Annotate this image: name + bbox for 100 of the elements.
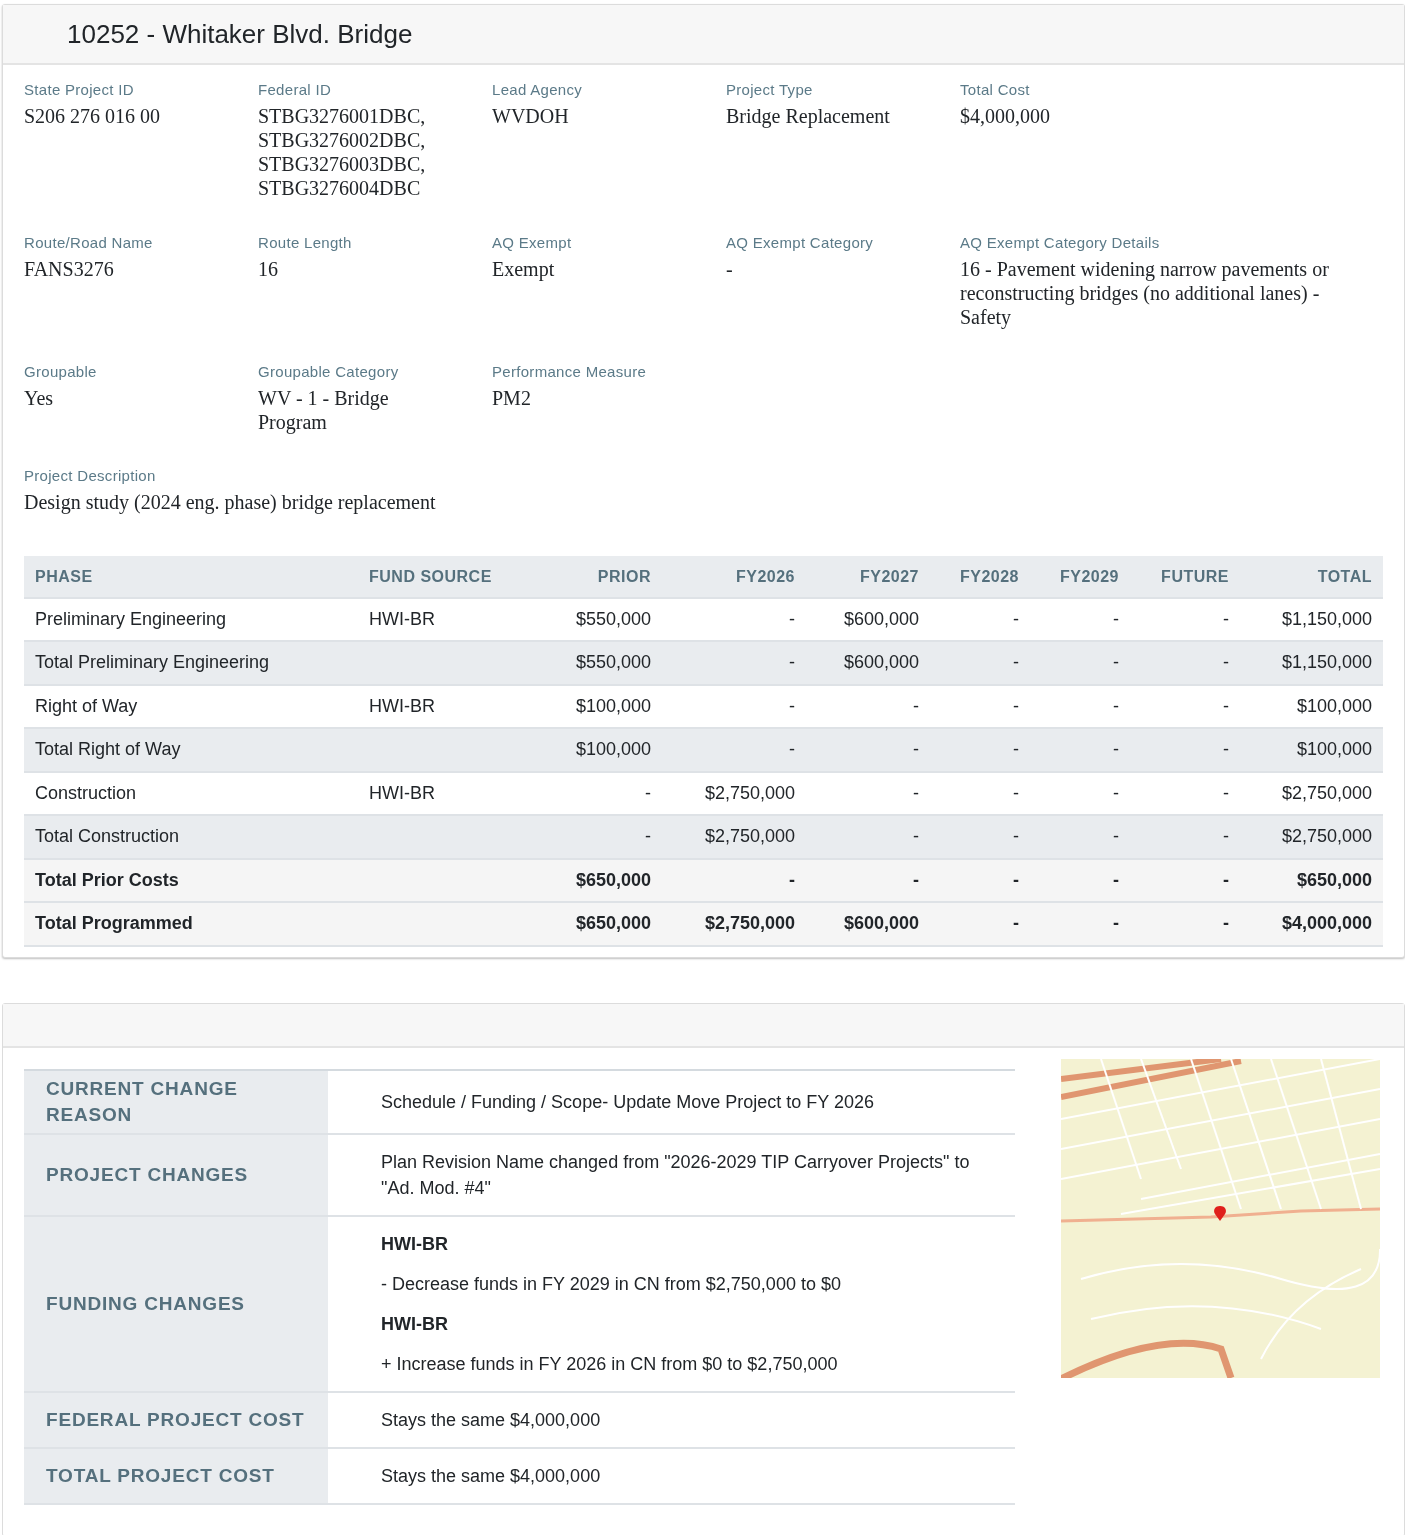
field-label: Lead Agency bbox=[492, 80, 584, 100]
table-cell: - bbox=[913, 695, 919, 716]
field-value: PM2 bbox=[492, 385, 532, 410]
change-text: Schedule / Funding / Scope- Update Move Project to FY 2026 bbox=[381, 1090, 875, 1114]
table-cell: - bbox=[1223, 782, 1229, 803]
field-value: WV - 1 - Bridge Program bbox=[258, 385, 390, 434]
field-value: S206 276 016 00 bbox=[24, 103, 162, 128]
column-header: FY2026 bbox=[735, 567, 795, 585]
table-cell: - bbox=[1113, 782, 1119, 803]
table-cell: - bbox=[1013, 695, 1019, 716]
table-cell: $1,150,000 bbox=[1281, 652, 1372, 673]
table-cell: - bbox=[1113, 608, 1119, 629]
field-value: Bridge Replacement bbox=[726, 103, 891, 128]
field-label: Groupable Category bbox=[258, 362, 400, 382]
field-label: Groupable bbox=[24, 362, 98, 382]
change-label: TOTAL PROJECT COST bbox=[46, 1464, 275, 1486]
table-cell: $650,000 bbox=[575, 869, 651, 890]
column-header: FUTURE bbox=[1161, 567, 1229, 585]
field-value: STBG3276001DBC, STBG3276002DBC, STBG3276003DBC, STBG3276004DBC bbox=[258, 103, 427, 200]
field-label: Route Length bbox=[258, 233, 353, 253]
change-text: Plan Revision Name changed from "2026-2029 TIP Carryover Projects" to "Ad. Mod. #4" bbox=[381, 1150, 971, 1200]
fund-source-heading: HWI-BR bbox=[381, 1232, 449, 1256]
table-cell: - bbox=[1013, 652, 1019, 673]
field-value: Yes bbox=[24, 385, 55, 410]
table-cell: $2,750,000 bbox=[704, 826, 795, 847]
field-label: Federal ID bbox=[258, 80, 333, 100]
table-cell: - bbox=[913, 782, 919, 803]
table-cell: Right of Way bbox=[35, 695, 138, 716]
change-label: FUNDING CHANGES bbox=[46, 1292, 245, 1314]
field-value: FANS3276 bbox=[24, 256, 115, 281]
field-label: Route/Road Name bbox=[24, 233, 154, 253]
field-label: AQ Exempt Category bbox=[726, 233, 875, 253]
field-label: Total Cost bbox=[960, 80, 1031, 100]
table-cell: $2,750,000 bbox=[1281, 782, 1372, 803]
column-header: FUND SOURCE bbox=[369, 567, 492, 585]
change-label: PROJECT CHANGES bbox=[46, 1163, 249, 1185]
table-cell: - bbox=[1113, 826, 1119, 847]
field-label: Project Description bbox=[24, 466, 157, 486]
table-cell: HWI-BR bbox=[369, 782, 435, 803]
column-header: FY2027 bbox=[859, 567, 919, 585]
field-label: State Project ID bbox=[24, 80, 135, 100]
table-cell: $100,000 bbox=[575, 739, 651, 760]
column-header: TOTAL bbox=[1317, 567, 1372, 585]
change-text: Stays the same $4,000,000 bbox=[381, 1464, 602, 1488]
table-cell: HWI-BR bbox=[369, 695, 435, 716]
table-cell: Total Right of Way bbox=[35, 739, 181, 760]
column-header: PRIOR bbox=[597, 567, 651, 585]
fund-source-heading: HWI-BR bbox=[381, 1312, 449, 1336]
table-cell: $550,000 bbox=[575, 608, 651, 629]
table-cell: - bbox=[913, 869, 919, 890]
table-cell: Preliminary Engineering bbox=[35, 608, 227, 629]
change-text: + Increase funds in FY 2026 in CN from $0 to $2,750,000 bbox=[381, 1352, 839, 1376]
table-cell: - bbox=[1113, 869, 1119, 890]
table-cell: - bbox=[913, 739, 919, 760]
table-cell: - bbox=[1223, 739, 1229, 760]
table-cell: - bbox=[645, 782, 651, 803]
table-cell: - bbox=[789, 739, 795, 760]
table-cell: Total Construction bbox=[35, 826, 180, 847]
field-value: 16 bbox=[258, 256, 279, 281]
table-cell: - bbox=[1013, 608, 1019, 629]
field-label: Project Type bbox=[726, 80, 814, 100]
table-cell: $550,000 bbox=[575, 652, 651, 673]
table-cell: $600,000 bbox=[843, 913, 919, 934]
table-cell: $100,000 bbox=[575, 695, 651, 716]
table-cell: - bbox=[645, 826, 651, 847]
table-cell: $2,750,000 bbox=[704, 913, 795, 934]
table-cell: - bbox=[1013, 739, 1019, 760]
table-cell: Total Prior Costs bbox=[35, 869, 179, 890]
table-cell: - bbox=[789, 608, 795, 629]
table-cell: - bbox=[1013, 782, 1019, 803]
table-cell: $2,750,000 bbox=[704, 782, 795, 803]
change-label: CURRENT CHANGE REASON bbox=[46, 1077, 238, 1125]
column-header: FY2028 bbox=[959, 567, 1019, 585]
field-value: 16 - Pavement widening narrow pavements or reconstructing bridges (no additional lanes) - Safety bbox=[960, 256, 1330, 329]
table-cell: - bbox=[1113, 652, 1119, 673]
table-cell: - bbox=[1013, 826, 1019, 847]
table-cell: - bbox=[913, 826, 919, 847]
table-cell: - bbox=[1113, 913, 1119, 934]
field-label: Performance Measure bbox=[492, 362, 648, 382]
table-cell: - bbox=[789, 869, 795, 890]
table-cell: $100,000 bbox=[1296, 695, 1372, 716]
table-cell: - bbox=[1223, 695, 1229, 716]
table-cell: $600,000 bbox=[843, 608, 919, 629]
change-text: Stays the same $4,000,000 bbox=[381, 1408, 602, 1432]
table-cell: Total Preliminary Engineering bbox=[35, 652, 270, 673]
table-cell: $600,000 bbox=[843, 652, 919, 673]
change-text: - Decrease funds in FY 2029 in CN from $2,750,000 to $0 bbox=[381, 1272, 842, 1296]
table-cell: $2,750,000 bbox=[1281, 826, 1372, 847]
table-cell: $4,000,000 bbox=[1281, 913, 1372, 934]
field-value: Design study (2024 eng. phase) bridge replacement bbox=[24, 489, 437, 514]
table-cell: HWI-BR bbox=[369, 608, 435, 629]
table-cell: $1,150,000 bbox=[1281, 608, 1372, 629]
change-label: FEDERAL PROJECT COST bbox=[46, 1408, 305, 1430]
table-cell: - bbox=[1013, 913, 1019, 934]
column-header: PHASE bbox=[35, 567, 93, 585]
table-cell: - bbox=[789, 695, 795, 716]
field-value: WVDOH bbox=[492, 103, 570, 128]
field-value: - bbox=[726, 256, 734, 281]
table-cell: - bbox=[1113, 695, 1119, 716]
table-cell: $650,000 bbox=[575, 913, 651, 934]
